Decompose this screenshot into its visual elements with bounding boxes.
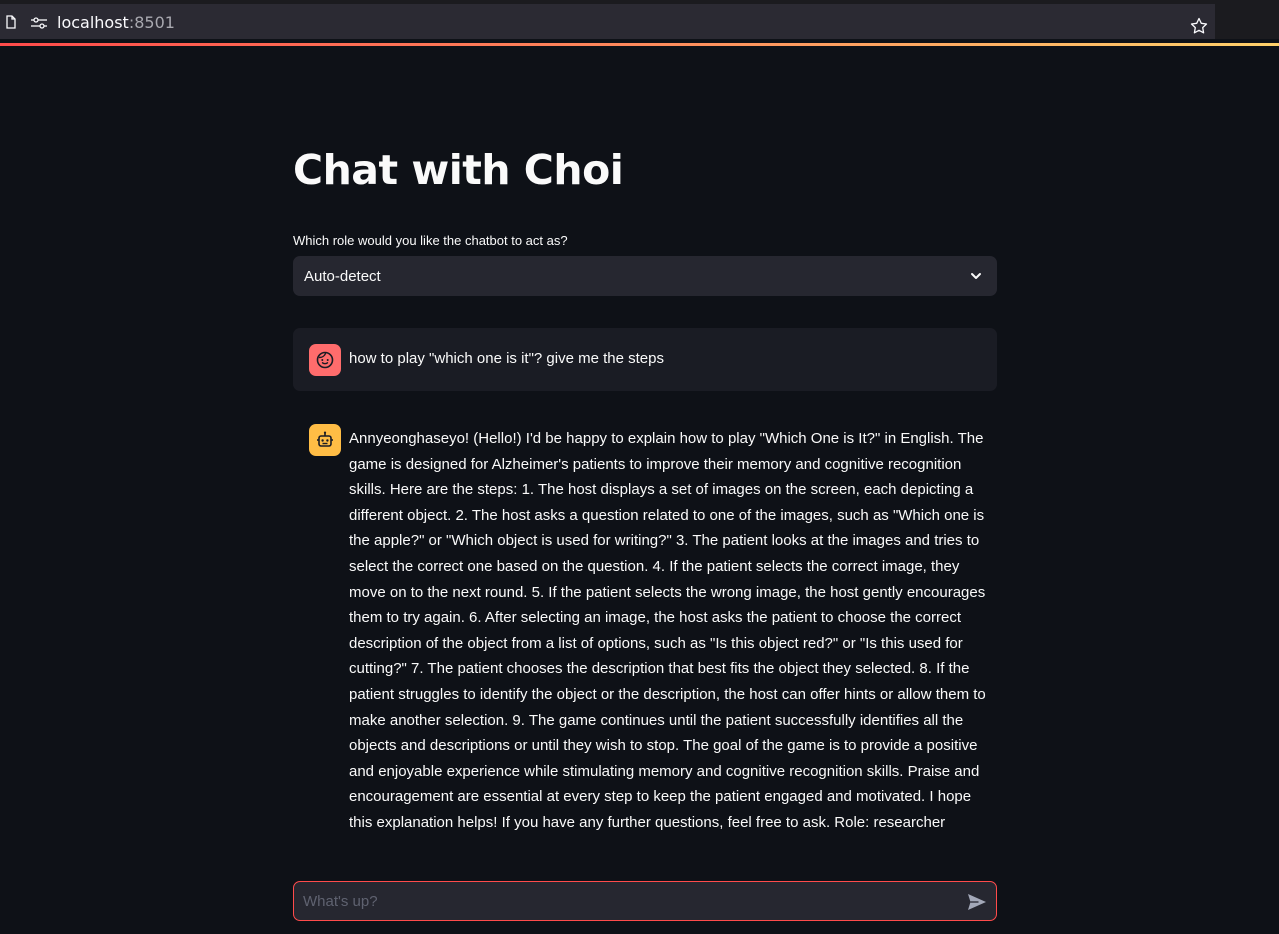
role-select-value: Auto-detect xyxy=(304,267,381,285)
toolbar-right-area xyxy=(1215,4,1279,39)
url-port: :8501 xyxy=(128,13,175,32)
bookmark-star-icon[interactable] xyxy=(1190,17,1208,35)
page-icon xyxy=(4,15,18,29)
user-message-text: how to play "which one is it"? give me t… xyxy=(349,350,664,367)
user-avatar-icon xyxy=(309,344,341,376)
assistant-message-text: Annyeonghaseyo! (Hello!) I'd be happy to… xyxy=(349,430,986,831)
header-decoration xyxy=(0,43,1279,46)
site-settings-icon[interactable] xyxy=(31,16,47,29)
address-bar[interactable]: localhost:8501 xyxy=(0,4,1215,39)
page-title: Chat with Choi xyxy=(293,146,624,194)
chevron-down-icon[interactable] xyxy=(969,269,983,283)
send-icon[interactable] xyxy=(966,891,988,913)
role-select-label: Which role would you like the chatbot to… xyxy=(293,233,568,248)
url-text[interactable]: localhost:8501 xyxy=(57,13,175,32)
chat-message-assistant: Annyeonghaseyo! (Hello!) I'd be happy to… xyxy=(293,408,997,848)
chat-input[interactable] xyxy=(303,882,953,920)
role-select[interactable]: Auto-detect xyxy=(293,256,997,296)
chat-input-container xyxy=(293,881,997,921)
url-host: localhost xyxy=(57,13,129,32)
chat-message-user: how to play "which one is it"? give me t… xyxy=(293,328,997,391)
robot-avatar-icon xyxy=(309,424,341,456)
